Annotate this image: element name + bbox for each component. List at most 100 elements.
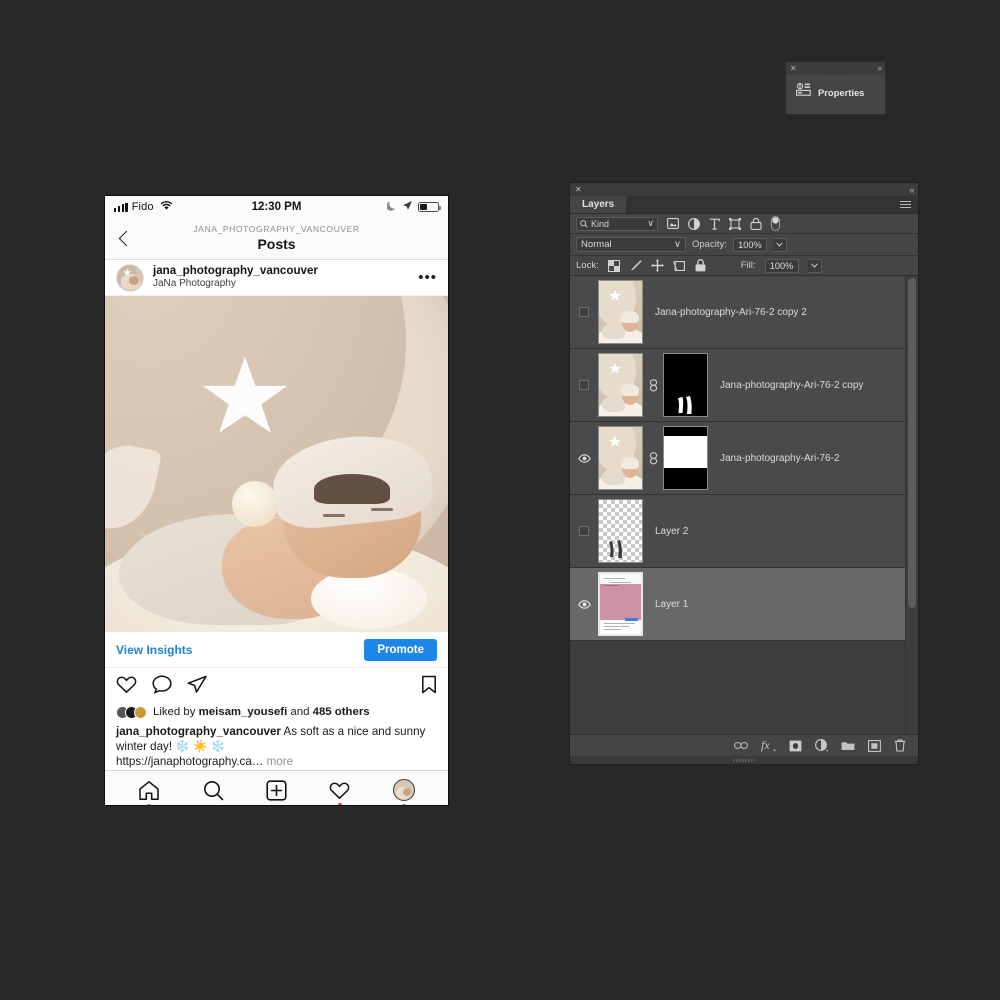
layer-name[interactable]: Jana-photography-Ari-76-2 copy 2: [655, 307, 807, 318]
layer-thumbnail[interactable]: [598, 426, 643, 490]
fill-chevron-down-icon[interactable]: [807, 258, 822, 273]
layer-mask-thumbnail[interactable]: [663, 353, 708, 417]
layer-visibility-toggle[interactable]: [570, 380, 598, 390]
blend-mode-row: Normal ∨ Opacity: 100%: [570, 234, 918, 256]
table-row[interactable]: Jana-photography-Ari-76-2: [570, 422, 918, 495]
table-row[interactable]: Jana-photography-Ari-76-2 copy 2: [570, 276, 918, 349]
tab-layers[interactable]: Layers: [570, 196, 627, 213]
collapse-chevrons-icon[interactable]: «: [909, 185, 914, 194]
layer-visibility-toggle[interactable]: [570, 307, 598, 317]
lock-row: Lock: Fill: 100%: [570, 256, 918, 276]
expand-chevrons-icon[interactable]: »: [878, 64, 883, 73]
filter-toggle-icon[interactable]: [771, 216, 780, 231]
opacity-chevron-down-icon[interactable]: [772, 237, 787, 252]
tab-home[interactable]: [138, 780, 160, 805]
vertical-scrollbar[interactable]: [905, 276, 918, 734]
bookmark-icon[interactable]: [421, 675, 437, 694]
caption-link[interactable]: https://janaphotography.ca…: [116, 755, 263, 768]
tab-new-post[interactable]: [266, 779, 287, 801]
tab-search[interactable]: [203, 780, 224, 801]
filter-kind-select[interactable]: Kind ∨: [576, 216, 658, 231]
avatar[interactable]: [116, 263, 144, 292]
filter-pixel-icon[interactable]: [667, 218, 679, 229]
svg-text:fx: fx: [761, 739, 770, 752]
table-row[interactable]: Jana-photography-Ari-76-2 copy: [570, 349, 918, 422]
fx-icon[interactable]: fx: [761, 739, 776, 752]
layer-thumbnail[interactable]: [598, 353, 643, 417]
layer-thumbnail[interactable]: [598, 280, 643, 344]
post-photo[interactable]: [105, 296, 448, 632]
close-icon[interactable]: ✕: [790, 64, 797, 73]
lock-image-pixels-icon[interactable]: [629, 259, 642, 272]
heart-icon[interactable]: [116, 675, 137, 694]
liker-username[interactable]: meisam_yousefi: [199, 706, 288, 718]
layer-visibility-toggle[interactable]: [570, 453, 598, 463]
lock-artboard-nesting-icon[interactable]: [672, 260, 686, 272]
filter-smartobject-icon[interactable]: [750, 217, 762, 230]
layers-panel[interactable]: ✕ « Layers Kind ∨ Normal ∨ Opacity: 100%…: [569, 182, 919, 765]
layer-visibility-toggle[interactable]: [570, 599, 598, 609]
layer-name[interactable]: Jana-photography-Ari-76-2: [720, 453, 840, 464]
layers-footer-toolbar: fx: [570, 734, 918, 756]
properties-titlebar: ✕ »: [786, 62, 885, 75]
close-icon[interactable]: ✕: [575, 185, 582, 194]
share-paper-plane-icon[interactable]: [187, 675, 207, 694]
mask-link-chain-icon[interactable]: [648, 451, 658, 465]
more-options-icon[interactable]: •••: [418, 270, 437, 285]
layer-thumbnail[interactable]: [598, 572, 643, 636]
table-row[interactable]: Layer 2: [570, 495, 918, 568]
view-insights-link[interactable]: View Insights: [116, 643, 192, 657]
properties-panel[interactable]: ✕ » Libraries Properties: [785, 61, 886, 115]
panel-resize-grip[interactable]: [570, 756, 918, 764]
chain-link-icon[interactable]: [734, 741, 748, 750]
panel-ghost-label: Libraries: [821, 77, 850, 83]
post-caption: jana_photography_vancouver As soft as a …: [105, 723, 448, 770]
tab-bar: [105, 769, 448, 805]
layer-name[interactable]: Layer 1: [655, 599, 688, 610]
lock-transparent-pixels-icon[interactable]: [607, 259, 620, 272]
new-layer-icon[interactable]: [868, 739, 881, 752]
layers-list[interactable]: Jana-photography-Ari-76-2 copy 2 Jana-ph…: [570, 276, 918, 734]
post-location[interactable]: JaNa Photography: [153, 278, 318, 291]
layer-thumbnails: [598, 572, 643, 636]
filter-kind-label: Kind: [591, 218, 610, 229]
caption-more-button[interactable]: more: [267, 755, 293, 768]
layer-name[interactable]: Layer 2: [655, 526, 688, 537]
layer-name[interactable]: Jana-photography-Ari-76-2 copy: [720, 380, 863, 391]
scrollbar-thumb[interactable]: [908, 278, 916, 608]
back-button[interactable]: [115, 229, 135, 249]
layer-mask-icon[interactable]: [789, 740, 802, 752]
activity-notification-dot: [337, 802, 342, 805]
properties-icon: [796, 83, 811, 101]
search-icon: [580, 219, 588, 228]
layer-visibility-toggle[interactable]: [570, 526, 598, 536]
filter-adjustment-icon[interactable]: [688, 217, 700, 230]
filter-shape-icon[interactable]: [729, 217, 741, 230]
blend-mode-select[interactable]: Normal ∨: [576, 237, 686, 252]
tab-profile[interactable]: [392, 779, 415, 805]
lock-all-icon[interactable]: [695, 259, 706, 272]
adjustment-circle-icon[interactable]: [815, 739, 828, 752]
panel-menu-icon[interactable]: [900, 196, 918, 213]
fill-input[interactable]: 100%: [764, 258, 799, 273]
promote-button[interactable]: Promote: [364, 638, 437, 661]
mask-link-chain-icon[interactable]: [648, 378, 658, 392]
table-row[interactable]: Layer 1: [570, 568, 918, 641]
tab-activity[interactable]: [329, 781, 350, 805]
chevron-down-icon: ∨: [647, 218, 654, 228]
layer-thumbnail[interactable]: [598, 499, 643, 563]
lock-position-icon[interactable]: [650, 259, 664, 272]
post-username[interactable]: jana_photography_vancouver: [153, 264, 318, 278]
layer-mask-thumbnail[interactable]: [663, 426, 708, 490]
comment-bubble-icon[interactable]: [152, 675, 172, 694]
filter-type-icon[interactable]: [709, 218, 720, 230]
fill-label: Fill:: [740, 260, 756, 271]
blend-mode-value: Normal: [581, 239, 612, 250]
opacity-input[interactable]: 100%: [732, 237, 767, 252]
lock-label: Lock:: [576, 260, 599, 271]
folder-icon[interactable]: [841, 740, 855, 751]
trash-icon[interactable]: [894, 739, 906, 752]
likes-count[interactable]: 485 others: [313, 706, 370, 718]
caption-username[interactable]: jana_photography_vancouver: [116, 725, 281, 738]
likes-middle: and: [290, 706, 310, 718]
